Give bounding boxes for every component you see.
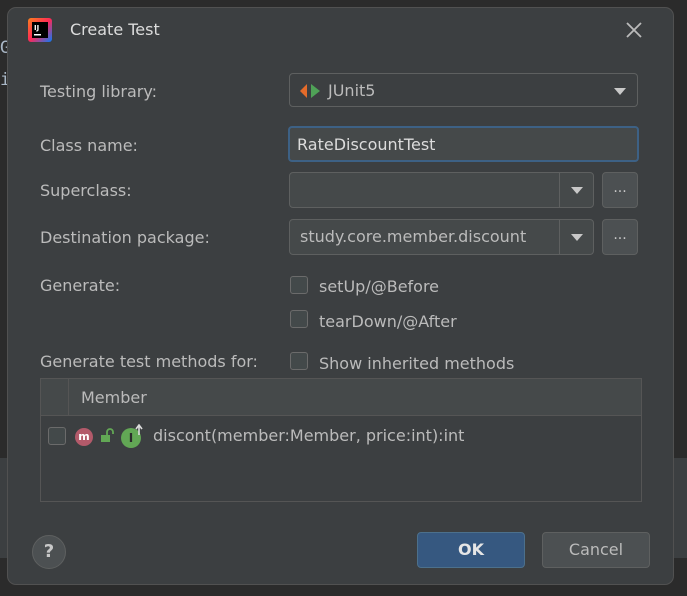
superclass-browse-button[interactable]: ... bbox=[602, 172, 638, 208]
implements-interface-icon: I bbox=[121, 424, 145, 448]
table-row[interactable]: m I discont(member:Member, price:int):in… bbox=[41, 416, 641, 456]
destination-package-browse-button[interactable]: ... bbox=[602, 219, 638, 255]
members-table: Member m I discont(member:Member, price:… bbox=[40, 378, 642, 502]
generate-label: Generate: bbox=[40, 276, 121, 295]
testing-library-value: JUnit5 bbox=[328, 81, 376, 100]
methods-label: Generate test methods for: bbox=[40, 352, 258, 371]
destination-package-label: Destination package: bbox=[40, 228, 210, 247]
show-inherited-checkbox[interactable] bbox=[290, 352, 308, 370]
arrow-up-icon bbox=[135, 424, 143, 435]
column-separator bbox=[68, 379, 69, 415]
dialog-titlebar[interactable]: IJ Create Test bbox=[8, 8, 673, 56]
intellij-icon: IJ bbox=[28, 18, 52, 42]
testing-library-label: Testing library: bbox=[40, 82, 158, 101]
teardown-checkbox-label: tearDown/@After bbox=[319, 312, 457, 331]
member-column-header[interactable]: Member bbox=[81, 388, 147, 407]
member-checkbox[interactable] bbox=[48, 427, 66, 445]
dialog-title: Create Test bbox=[70, 20, 160, 39]
superclass-label: Superclass: bbox=[40, 181, 132, 200]
destination-package-combobox[interactable]: study.core.member.discount bbox=[289, 219, 594, 255]
chevron-down-icon[interactable] bbox=[571, 187, 583, 194]
member-signature: discont(member:Member, price:int):int bbox=[153, 426, 465, 445]
junit-icon bbox=[300, 84, 320, 98]
ok-button[interactable]: OK bbox=[417, 532, 525, 568]
setup-checkbox[interactable] bbox=[290, 276, 308, 294]
chevron-down-icon[interactable] bbox=[571, 234, 583, 241]
combo-divider bbox=[559, 220, 560, 254]
close-icon[interactable] bbox=[624, 20, 644, 40]
help-button[interactable]: ? bbox=[32, 535, 66, 569]
class-name-input[interactable] bbox=[288, 126, 639, 162]
superclass-combobox[interactable] bbox=[289, 172, 594, 208]
chevron-down-icon bbox=[614, 88, 626, 95]
table-header: Member bbox=[41, 379, 641, 416]
testing-library-dropdown[interactable]: JUnit5 bbox=[289, 73, 638, 107]
setup-checkbox-label: setUp/@Before bbox=[319, 277, 440, 296]
create-test-dialog: IJ Create Test Testing library: JUnit5 C… bbox=[8, 8, 673, 584]
unlocked-icon bbox=[101, 428, 114, 442]
method-icon: m bbox=[75, 428, 93, 446]
class-name-label: Class name: bbox=[40, 136, 138, 155]
cancel-button[interactable]: Cancel bbox=[542, 532, 650, 568]
destination-package-value: study.core.member.discount bbox=[300, 227, 527, 246]
svg-text:IJ: IJ bbox=[34, 24, 39, 32]
teardown-checkbox[interactable] bbox=[290, 310, 308, 328]
combo-divider bbox=[559, 173, 560, 207]
show-inherited-label: Show inherited methods bbox=[319, 354, 515, 373]
